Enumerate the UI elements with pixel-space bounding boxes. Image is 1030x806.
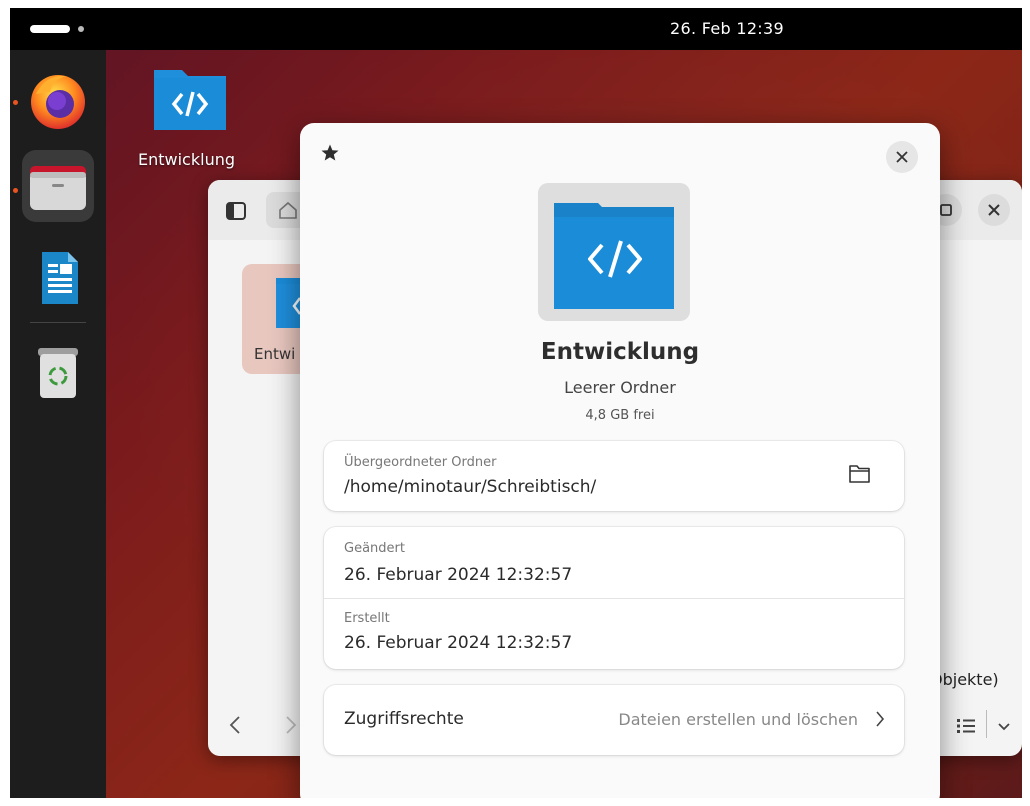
- sidebar-icon: [226, 202, 246, 220]
- parent-folder-caption: Übergeordneter Ordner: [344, 455, 497, 470]
- dock-separator: [30, 322, 86, 323]
- dates-card: Geändert 26. Februar 2024 12:32:57 Erste…: [324, 527, 904, 669]
- properties-dialog: Entwicklung Leerer Ordner 4,8 GB frei Üb…: [300, 123, 940, 798]
- star-button[interactable]: [320, 143, 340, 167]
- writer-launcher[interactable]: [22, 242, 94, 314]
- code-folder-icon: [154, 70, 226, 130]
- workspace-dot: [78, 26, 84, 32]
- folder-preview: [538, 183, 690, 321]
- firefox-icon: [31, 75, 85, 129]
- activities-indicator[interactable]: [30, 25, 70, 33]
- firefox-launcher[interactable]: [22, 64, 94, 136]
- running-indicator: [13, 100, 18, 105]
- open-parent-folder-button[interactable]: [848, 463, 872, 489]
- status-text: Objekte): [930, 670, 999, 689]
- forward-button[interactable]: [284, 714, 298, 741]
- chevron-down-icon: [998, 723, 1010, 731]
- close-icon: [988, 204, 1000, 216]
- top-bar: 26. Feb 12:39: [10, 8, 1022, 50]
- list-view-button[interactable]: [956, 718, 976, 738]
- folder-name: Entwicklung: [540, 339, 700, 365]
- permissions-value: Dateien erstellen und löschen: [618, 710, 858, 729]
- permissions-row[interactable]: Zugriffsrechte Dateien erstellen und lös…: [324, 685, 904, 755]
- parent-folder-path: /home/minotaur/Schreibtisch/: [344, 477, 597, 497]
- dock: [10, 50, 106, 798]
- permissions-label: Zugriffsrechte: [344, 709, 464, 729]
- chevron-right-icon: [286, 716, 297, 734]
- libreoffice-writer-icon: [42, 252, 78, 304]
- folder-type: Leerer Ordner: [564, 378, 676, 397]
- code-folder-icon: [554, 203, 674, 309]
- files-icon: [30, 166, 86, 210]
- chevron-right-icon: [874, 709, 886, 733]
- close-icon: [896, 151, 908, 163]
- view-separator: [986, 710, 987, 738]
- star-icon: [321, 144, 339, 161]
- free-space: 4,8 GB frei: [585, 408, 655, 423]
- running-indicator: [13, 188, 18, 193]
- view-options-button[interactable]: [996, 718, 1012, 738]
- back-button[interactable]: [228, 714, 242, 741]
- divider: [324, 598, 904, 599]
- files-launcher[interactable]: [22, 150, 94, 222]
- list-view-icon: [957, 719, 975, 733]
- desktop-folder-label: Entwicklung: [138, 150, 235, 169]
- window-close-button[interactable]: [978, 194, 1010, 226]
- chevron-left-icon: [229, 716, 240, 734]
- clock[interactable]: 26. Feb 12:39: [670, 19, 784, 38]
- parent-folder-row: Übergeordneter Ordner /home/minotaur/Sch…: [324, 441, 904, 511]
- dialog-close-button[interactable]: [886, 141, 918, 173]
- created-caption: Erstellt: [344, 611, 390, 626]
- modified-value: 26. Februar 2024 12:32:57: [344, 565, 573, 585]
- sidebar-toggle-button[interactable]: [226, 202, 246, 224]
- file-item-label: Entwi: [254, 345, 296, 363]
- folder-open-icon: [849, 465, 870, 483]
- trash-icon: [38, 348, 78, 398]
- trash-launcher[interactable]: [22, 334, 94, 406]
- created-value: 26. Februar 2024 12:32:57: [344, 633, 573, 653]
- desktop-screen: 26. Feb 12:39 Entwicklung Entwi Objekte)…: [10, 8, 1022, 798]
- modified-caption: Geändert: [344, 541, 405, 556]
